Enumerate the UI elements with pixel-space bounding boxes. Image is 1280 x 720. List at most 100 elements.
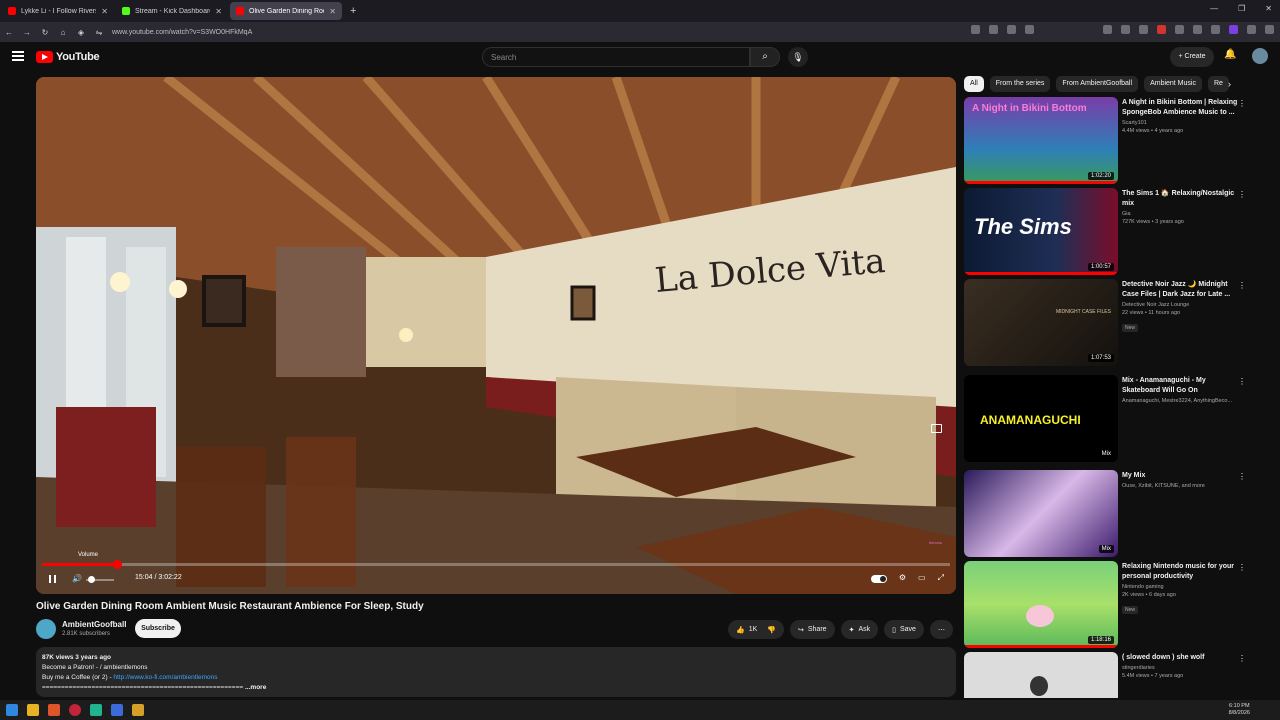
maximize-icon[interactable]: ❐: [1238, 4, 1245, 13]
account-icon[interactable]: [1103, 25, 1112, 34]
extension-icon[interactable]: [1007, 25, 1016, 34]
youtube-logo[interactable]: YouTube: [36, 51, 100, 63]
recommendation-item[interactable]: ( slowed down ) she wolf stingerdiaries …: [964, 652, 1254, 698]
subscribe-button[interactable]: Subscribe: [135, 619, 181, 638]
extension-icon[interactable]: [1193, 25, 1202, 34]
recommendation-item[interactable]: A Night in Bikini Bottom 1:02:20 A Night…: [964, 97, 1254, 185]
recommendation-item[interactable]: ANAMANAGUCHI Mix Mix - Anamanaguchi - My…: [964, 375, 1254, 463]
windows-start-icon[interactable]: [6, 704, 18, 716]
show-more-link[interactable]: ...more: [245, 684, 266, 691]
app-icon[interactable]: [132, 704, 144, 716]
settings-gear-icon[interactable]: ⚙: [899, 573, 906, 583]
back-icon[interactable]: ←: [0, 28, 18, 37]
more-vertical-icon[interactable]: ⋮: [1238, 281, 1246, 290]
channel-name[interactable]: AmbientGoofball: [62, 620, 126, 629]
reload-icon[interactable]: ↻: [36, 28, 54, 37]
rec-title[interactable]: Relaxing Nintendo music for your persona…: [1122, 562, 1242, 582]
chip-ambient-music[interactable]: Ambient Music: [1144, 76, 1202, 92]
notifications-bell-icon[interactable]: 🔔: [1224, 49, 1236, 60]
extension-icon[interactable]: [1175, 25, 1184, 34]
rec-channel[interactable]: Nintendo gaming: [1122, 584, 1242, 590]
like-button[interactable]: 👍 1K 👎: [728, 620, 784, 639]
more-vertical-icon[interactable]: ⋮: [1238, 190, 1246, 199]
shield-icon[interactable]: ◈: [72, 28, 90, 37]
extension-icon[interactable]: [1121, 25, 1130, 34]
rec-title[interactable]: Mix - Anamanaguchi - My Skateboard Will …: [1122, 376, 1242, 396]
channel-watermark[interactable]: lemons: [929, 540, 942, 545]
video-thumbnail[interactable]: A Night in Bikini Bottom 1:02:20: [964, 97, 1118, 184]
create-button[interactable]: + Create: [1170, 47, 1214, 67]
extension-icon[interactable]: [989, 25, 998, 34]
progress-bar[interactable]: [42, 560, 950, 569]
browser-tab-lykke-li[interactable]: Lykke Li - I Follow Rivers (Offici ✕: [2, 2, 114, 20]
extensions-menu-icon[interactable]: [1247, 25, 1256, 34]
chip-re[interactable]: Re: [1207, 76, 1229, 92]
system-clock[interactable]: 6:10 PM 8/8/2026: [1229, 703, 1250, 717]
search-input[interactable]: Search: [482, 47, 750, 67]
video-thumbnail[interactable]: MIDNIGHT CASE FILES 1:07:53: [964, 279, 1118, 366]
app-icon[interactable]: [90, 704, 102, 716]
save-button[interactable]: ▯ Save: [884, 620, 924, 639]
kofi-link[interactable]: http://www.ko-fi.com/ambientlemons: [113, 674, 217, 681]
fullscreen-icon[interactable]: ⤢: [938, 573, 944, 583]
chevron-right-icon[interactable]: ›: [1228, 79, 1231, 89]
bookmark-star-icon[interactable]: [1025, 25, 1034, 34]
ask-button[interactable]: ✦ Ask: [840, 620, 879, 639]
video-player[interactable]: La Dolce Vita lemons Volume 🔊 15:04 / 3:…: [36, 77, 956, 594]
firefox-icon[interactable]: [48, 704, 60, 716]
extension-icon[interactable]: [1211, 25, 1220, 34]
patreon-handle[interactable]: / ambientlemons: [100, 664, 148, 671]
extension-icon[interactable]: [971, 25, 980, 34]
rec-title[interactable]: My Mix: [1122, 471, 1242, 481]
video-thumbnail[interactable]: Mix: [964, 470, 1118, 557]
minimize-icon[interactable]: —: [1210, 4, 1218, 13]
close-tab-icon[interactable]: ✕: [329, 7, 336, 16]
recommendation-item[interactable]: MIDNIGHT CASE FILES 1:07:53 Detective No…: [964, 279, 1254, 367]
more-vertical-icon[interactable]: ⋮: [1238, 563, 1246, 572]
account-avatar[interactable]: [1252, 48, 1268, 64]
close-tab-icon[interactable]: ✕: [215, 7, 222, 16]
close-tab-icon[interactable]: ✕: [101, 7, 108, 16]
theater-mode-icon[interactable]: ▭: [918, 573, 926, 583]
browser-tab-kick[interactable]: Stream - Kick Dashboard ✕: [116, 2, 228, 20]
more-vertical-icon[interactable]: ⋮: [1238, 654, 1246, 663]
extension-icon[interactable]: [1229, 25, 1238, 34]
progress-scrubber[interactable]: [112, 560, 122, 569]
search-icon[interactable]: ⌕: [750, 47, 780, 67]
microphone-icon[interactable]: 🎙: [788, 47, 808, 67]
rec-channel[interactable]: Detective Noir Jazz Lounge: [1122, 302, 1242, 308]
browser-menu-icon[interactable]: [1265, 25, 1274, 34]
app-icon[interactable]: [111, 704, 123, 716]
rec-channel[interactable]: stingerdiaries: [1122, 665, 1242, 671]
address-bar[interactable]: www.youtube.com/watch?v=S3WO0HFkMqA: [112, 29, 252, 36]
forward-icon[interactable]: →: [18, 28, 36, 37]
extension-icon[interactable]: [1139, 25, 1148, 34]
browser-tab-olive-garden[interactable]: Olive Garden Dining Room ✕: [230, 2, 342, 20]
close-window-icon[interactable]: ✕: [1265, 4, 1272, 13]
recommendation-item[interactable]: 1:18:16 Relaxing Nintendo music for your…: [964, 561, 1254, 649]
volume-knob[interactable]: [88, 576, 95, 583]
chip-from-the-series[interactable]: From the series: [989, 76, 1051, 92]
rec-channel[interactable]: Anamanaguchi, Mestre3224, AnythingBeco..…: [1122, 398, 1242, 404]
rec-title[interactable]: Detective Noir Jazz 🌙 Midnight Case File…: [1122, 280, 1242, 300]
more-vertical-icon[interactable]: ⋮: [1238, 99, 1246, 108]
hamburger-menu-icon[interactable]: [12, 51, 24, 61]
pause-icon[interactable]: [49, 575, 56, 583]
autoplay-toggle[interactable]: [870, 575, 887, 583]
rec-title[interactable]: ( slowed down ) she wolf: [1122, 653, 1242, 663]
video-thumbnail[interactable]: The Sims 1:00:57: [964, 188, 1118, 275]
video-thumbnail[interactable]: 1:18:16: [964, 561, 1118, 648]
more-vertical-icon[interactable]: ⋮: [1238, 472, 1246, 481]
new-tab-icon[interactable]: +: [350, 5, 356, 17]
video-thumbnail[interactable]: ANAMANAGUCHI Mix: [964, 375, 1118, 462]
rec-title[interactable]: A Night in Bikini Bottom | Relaxing Spon…: [1122, 98, 1242, 118]
miniplayer-icon[interactable]: [931, 424, 942, 433]
thumbs-down-icon[interactable]: 👎: [767, 626, 776, 634]
home-icon[interactable]: ⌂: [54, 28, 72, 37]
recommendation-item[interactable]: Mix My Mix Ouse, Xzibit, KITSUNE, and mo…: [964, 470, 1254, 558]
recommendation-item[interactable]: The Sims 1:00:57 The Sims 1 🏠 Relaxing/N…: [964, 188, 1254, 276]
volume-icon[interactable]: 🔊: [72, 574, 82, 583]
rec-channel[interactable]: Gia: [1122, 211, 1242, 217]
more-vertical-icon[interactable]: ⋮: [1238, 377, 1246, 386]
rec-channel[interactable]: Scarty101: [1122, 120, 1242, 126]
